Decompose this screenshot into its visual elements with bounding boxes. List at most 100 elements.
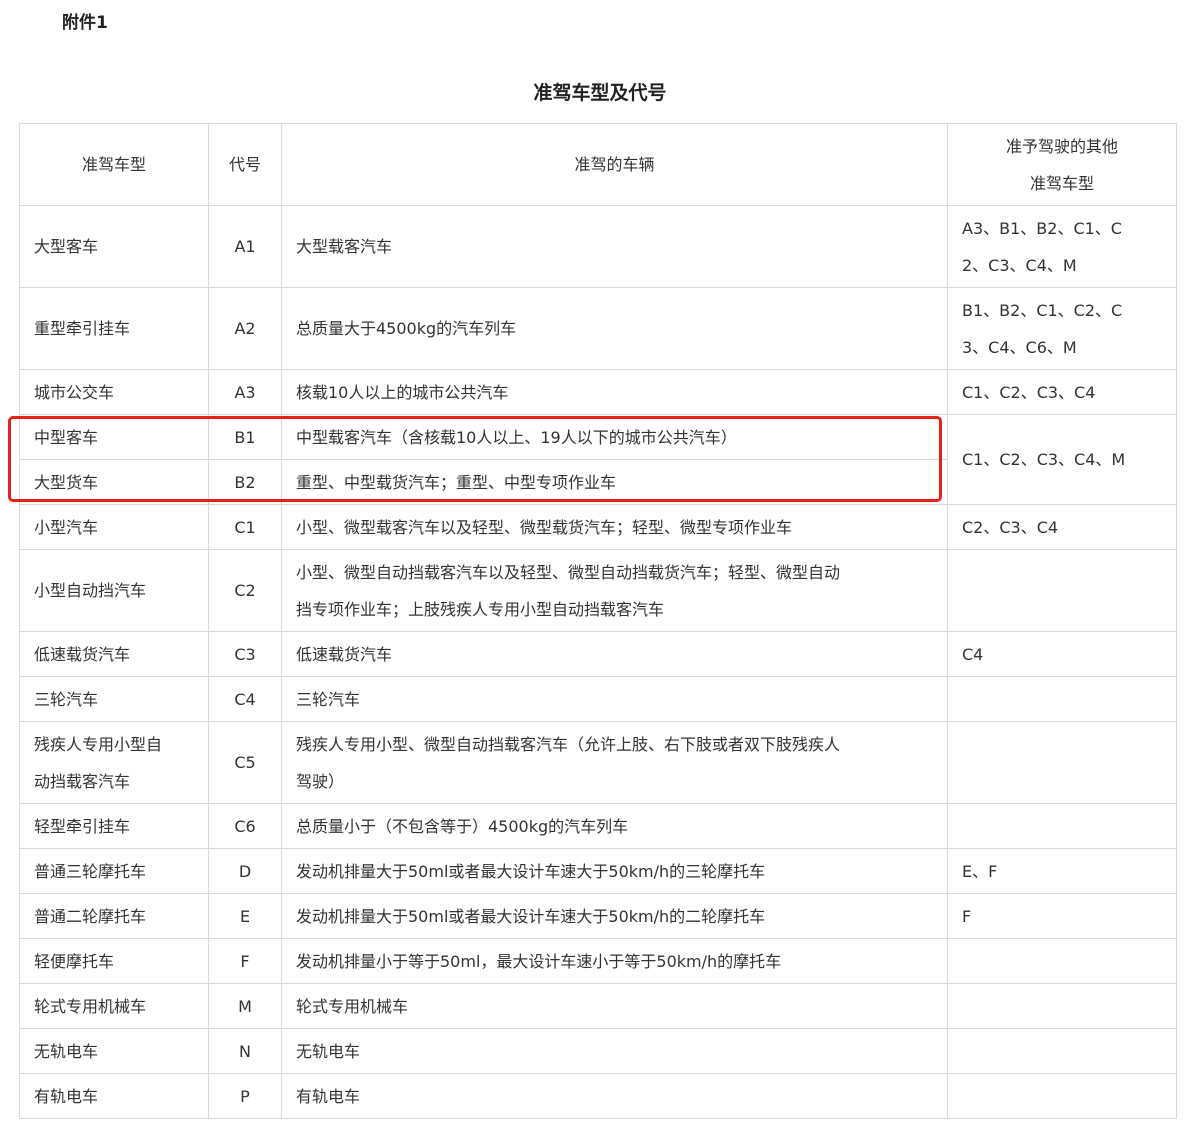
cell-other: A3、B1、B2、C1、C 2、C3、C4、M — [947, 205, 1177, 288]
cell-vehicles: 小型、微型载客汽车以及轻型、微型载货汽车；轻型、微型专项作业车 — [281, 504, 948, 550]
cell-other — [947, 549, 1177, 632]
cell-type-line: 残疾人专用小型自 — [34, 734, 163, 754]
table-row: 普通三轮摩托车 D 发动机排量大于50ml或者最大设计车速大于50km/h的三轮摩托… — [19, 848, 1177, 894]
cell-vehicles: 大型载客汽车 — [281, 205, 948, 288]
cell-vehicles: 总质量大于4500kg的汽车列车 — [281, 287, 948, 370]
header-row: 准驾车型 代号 准驾的车辆 准予驾驶的其他 准驾车型 — [19, 123, 1177, 206]
cell-vehicles-line: 发动机排量大于50ml或者最大设计车速大于50km/h的二轮摩托车 — [296, 906, 766, 926]
cell-type: 低速载货汽车 — [19, 631, 209, 677]
cell-type-line: 小型汽车 — [34, 517, 99, 537]
cell-other-line: C1、C2、C3、C4、M — [962, 450, 1126, 469]
cell-vehicles-line: 总质量大于4500kg的汽车列车 — [296, 319, 517, 338]
table-row: 无轨电车 N 无轨电车 — [19, 1028, 1177, 1074]
cell-type-line: 有轨电车 — [34, 1086, 99, 1106]
cell-code: A1 — [208, 205, 282, 288]
cell-code: C6 — [208, 803, 282, 849]
cell-vehicles-line: 总质量小于（不包含等于）4500kg的汽车列车 — [296, 816, 629, 836]
header-type: 准驾车型 — [19, 123, 209, 206]
cell-other-line: E、F — [962, 861, 998, 881]
table-row: 三轮汽车 C4 三轮汽车 — [19, 676, 1177, 722]
cell-code: M — [208, 983, 282, 1029]
cell-type: 小型自动挡汽车 — [19, 549, 209, 632]
cell-other: C4 — [947, 631, 1177, 677]
license-class-table: 准驾车型 代号 准驾的车辆 准予驾驶的其他 准驾车型 大型客车 A1 大型载客汽车 A… — [19, 123, 1177, 1119]
cell-other-line: F — [962, 906, 972, 926]
cell-type: 城市公交车 — [19, 369, 209, 415]
cell-vehicles: 三轮汽车 — [281, 676, 948, 722]
cell-other — [947, 983, 1177, 1029]
cell-vehicles-line: 低速载货汽车 — [296, 644, 393, 664]
cell-vehicles: 总质量小于（不包含等于）4500kg的汽车列车 — [281, 803, 948, 849]
cell-vehicles: 轮式专用机械车 — [281, 983, 948, 1029]
cell-vehicles: 无轨电车 — [281, 1028, 948, 1074]
cell-type: 无轨电车 — [19, 1028, 209, 1074]
cell-other-line: C2、C3、C4 — [962, 517, 1059, 537]
cell-type: 轻型牵引挂车 — [19, 803, 209, 849]
cell-vehicles: 残疾人专用小型、微型自动挡载客汽车（允许上肢、右下肢或者双下肢残疾人 驾驶） — [281, 721, 948, 804]
cell-type-line: 轮式专用机械车 — [34, 996, 147, 1016]
cell-vehicles: 低速载货汽车 — [281, 631, 948, 677]
cell-vehicles-line: 发动机排量大于50ml或者最大设计车速大于50km/h的三轮摩托车 — [296, 861, 766, 881]
cell-type-line: 轻型牵引挂车 — [34, 816, 131, 836]
table-row: 小型自动挡汽车 C2 小型、微型自动挡载客汽车以及轻型、微型自动挡载货汽车；轻型、微… — [19, 549, 1177, 632]
cell-code: B2 — [208, 459, 282, 505]
cell-type: 有轨电车 — [19, 1073, 209, 1119]
cell-other: C2、C3、C4 — [947, 504, 1177, 550]
cell-vehicles-line: 无轨电车 — [296, 1041, 361, 1061]
cell-vehicles-line: 大型载客汽车 — [296, 237, 393, 256]
cell-code: B1 — [208, 414, 282, 460]
cell-code: E — [208, 893, 282, 939]
cell-other — [947, 1028, 1177, 1074]
cell-type: 普通三轮摩托车 — [19, 848, 209, 894]
table-row: 普通二轮摩托车 E 发动机排量大于50ml或者最大设计车速大于50km/h的二轮摩托… — [19, 893, 1177, 939]
cell-other — [947, 938, 1177, 984]
cell-vehicles: 发动机排量小于等于50ml，最大设计车速小于等于50km/h的摩托车 — [281, 938, 948, 984]
cell-code: C4 — [208, 676, 282, 722]
cell-code: F — [208, 938, 282, 984]
cell-vehicles-line: 驾驶） — [296, 771, 345, 791]
table-row: 小型汽车 C1 小型、微型载客汽车以及轻型、微型载货汽车；轻型、微型专项作业车 C2、… — [19, 504, 1177, 550]
cell-code: A2 — [208, 287, 282, 370]
cell-vehicles: 中型载客汽车（含核载10人以上、19人以下的城市公共汽车） — [281, 414, 948, 460]
cell-type-line: 重型牵引挂车 — [34, 319, 131, 338]
cell-type: 小型汽车 — [19, 504, 209, 550]
table-title: 准驾车型及代号 — [533, 82, 667, 104]
cell-code: N — [208, 1028, 282, 1074]
cell-code: C5 — [208, 721, 282, 804]
cell-type-line: 动挡载客汽车 — [34, 771, 131, 791]
cell-type: 三轮汽车 — [19, 676, 209, 722]
cell-other: C1、C2、C3、C4 — [947, 369, 1177, 415]
cell-type-line: 小型自动挡汽车 — [34, 581, 147, 600]
cell-type-line: 大型货车 — [34, 472, 99, 492]
cell-vehicles-line: 三轮汽车 — [296, 689, 361, 709]
table-row: 中型客车 B1 中型载客汽车（含核载10人以上、19人以下的城市公共汽车） C1、C2… — [19, 414, 1177, 505]
cell-other-line: B1、B2、C1、C2、C — [962, 300, 1123, 320]
cell-other — [947, 721, 1177, 804]
cell-vehicles: 重型、中型载货汽车；重型、中型专项作业车 — [281, 459, 948, 505]
cell-vehicles-line: 轮式专用机械车 — [296, 996, 409, 1016]
cell-type: 大型客车 — [19, 205, 209, 288]
cell-code: D — [208, 848, 282, 894]
cell-type: 重型牵引挂车 — [19, 287, 209, 370]
cell-other — [947, 1073, 1177, 1119]
cell-type: 中型客车 — [19, 414, 209, 460]
header-other-line: 准予驾驶的其他 — [1005, 136, 1118, 156]
cell-vehicles-line: 小型、微型载客汽车以及轻型、微型载货汽车；轻型、微型专项作业车 — [296, 517, 793, 537]
cell-vehicles: 发动机排量大于50ml或者最大设计车速大于50km/h的二轮摩托车 — [281, 893, 948, 939]
table-row: 城市公交车 A3 核载10人以上的城市公共汽车 C1、C2、C3、C4 — [19, 369, 1177, 415]
cell-other — [947, 676, 1177, 722]
table-row: 重型牵引挂车 A2 总质量大于4500kg的汽车列车 B1、B2、C1、C2、C 3、C… — [19, 287, 1177, 370]
table-row: 有轨电车 P 有轨电车 — [19, 1073, 1177, 1119]
cell-vehicles: 小型、微型自动挡载客汽车以及轻型、微型自动挡载货汽车；轻型、微型自动 挡专项作业车… — [281, 549, 948, 632]
cell-type-line: 轻便摩托车 — [34, 951, 115, 971]
cell-vehicles: 发动机排量大于50ml或者最大设计车速大于50km/h的三轮摩托车 — [281, 848, 948, 894]
cell-code: P — [208, 1073, 282, 1119]
cell-other: B1、B2、C1、C2、C 3、C4、C6、M — [947, 287, 1177, 370]
cell-type-line: 低速载货汽车 — [34, 644, 131, 664]
header-other-line: 准驾车型 — [1029, 173, 1094, 193]
cell-type-line: 无轨电车 — [34, 1041, 99, 1061]
cell-code: A3 — [208, 369, 282, 415]
cell-vehicles-line: 核载10人以上的城市公共汽车 — [296, 382, 509, 402]
header-vehicles: 准驾的车辆 — [281, 123, 948, 206]
cell-other-line: 2、C3、C4、M — [962, 255, 1077, 275]
